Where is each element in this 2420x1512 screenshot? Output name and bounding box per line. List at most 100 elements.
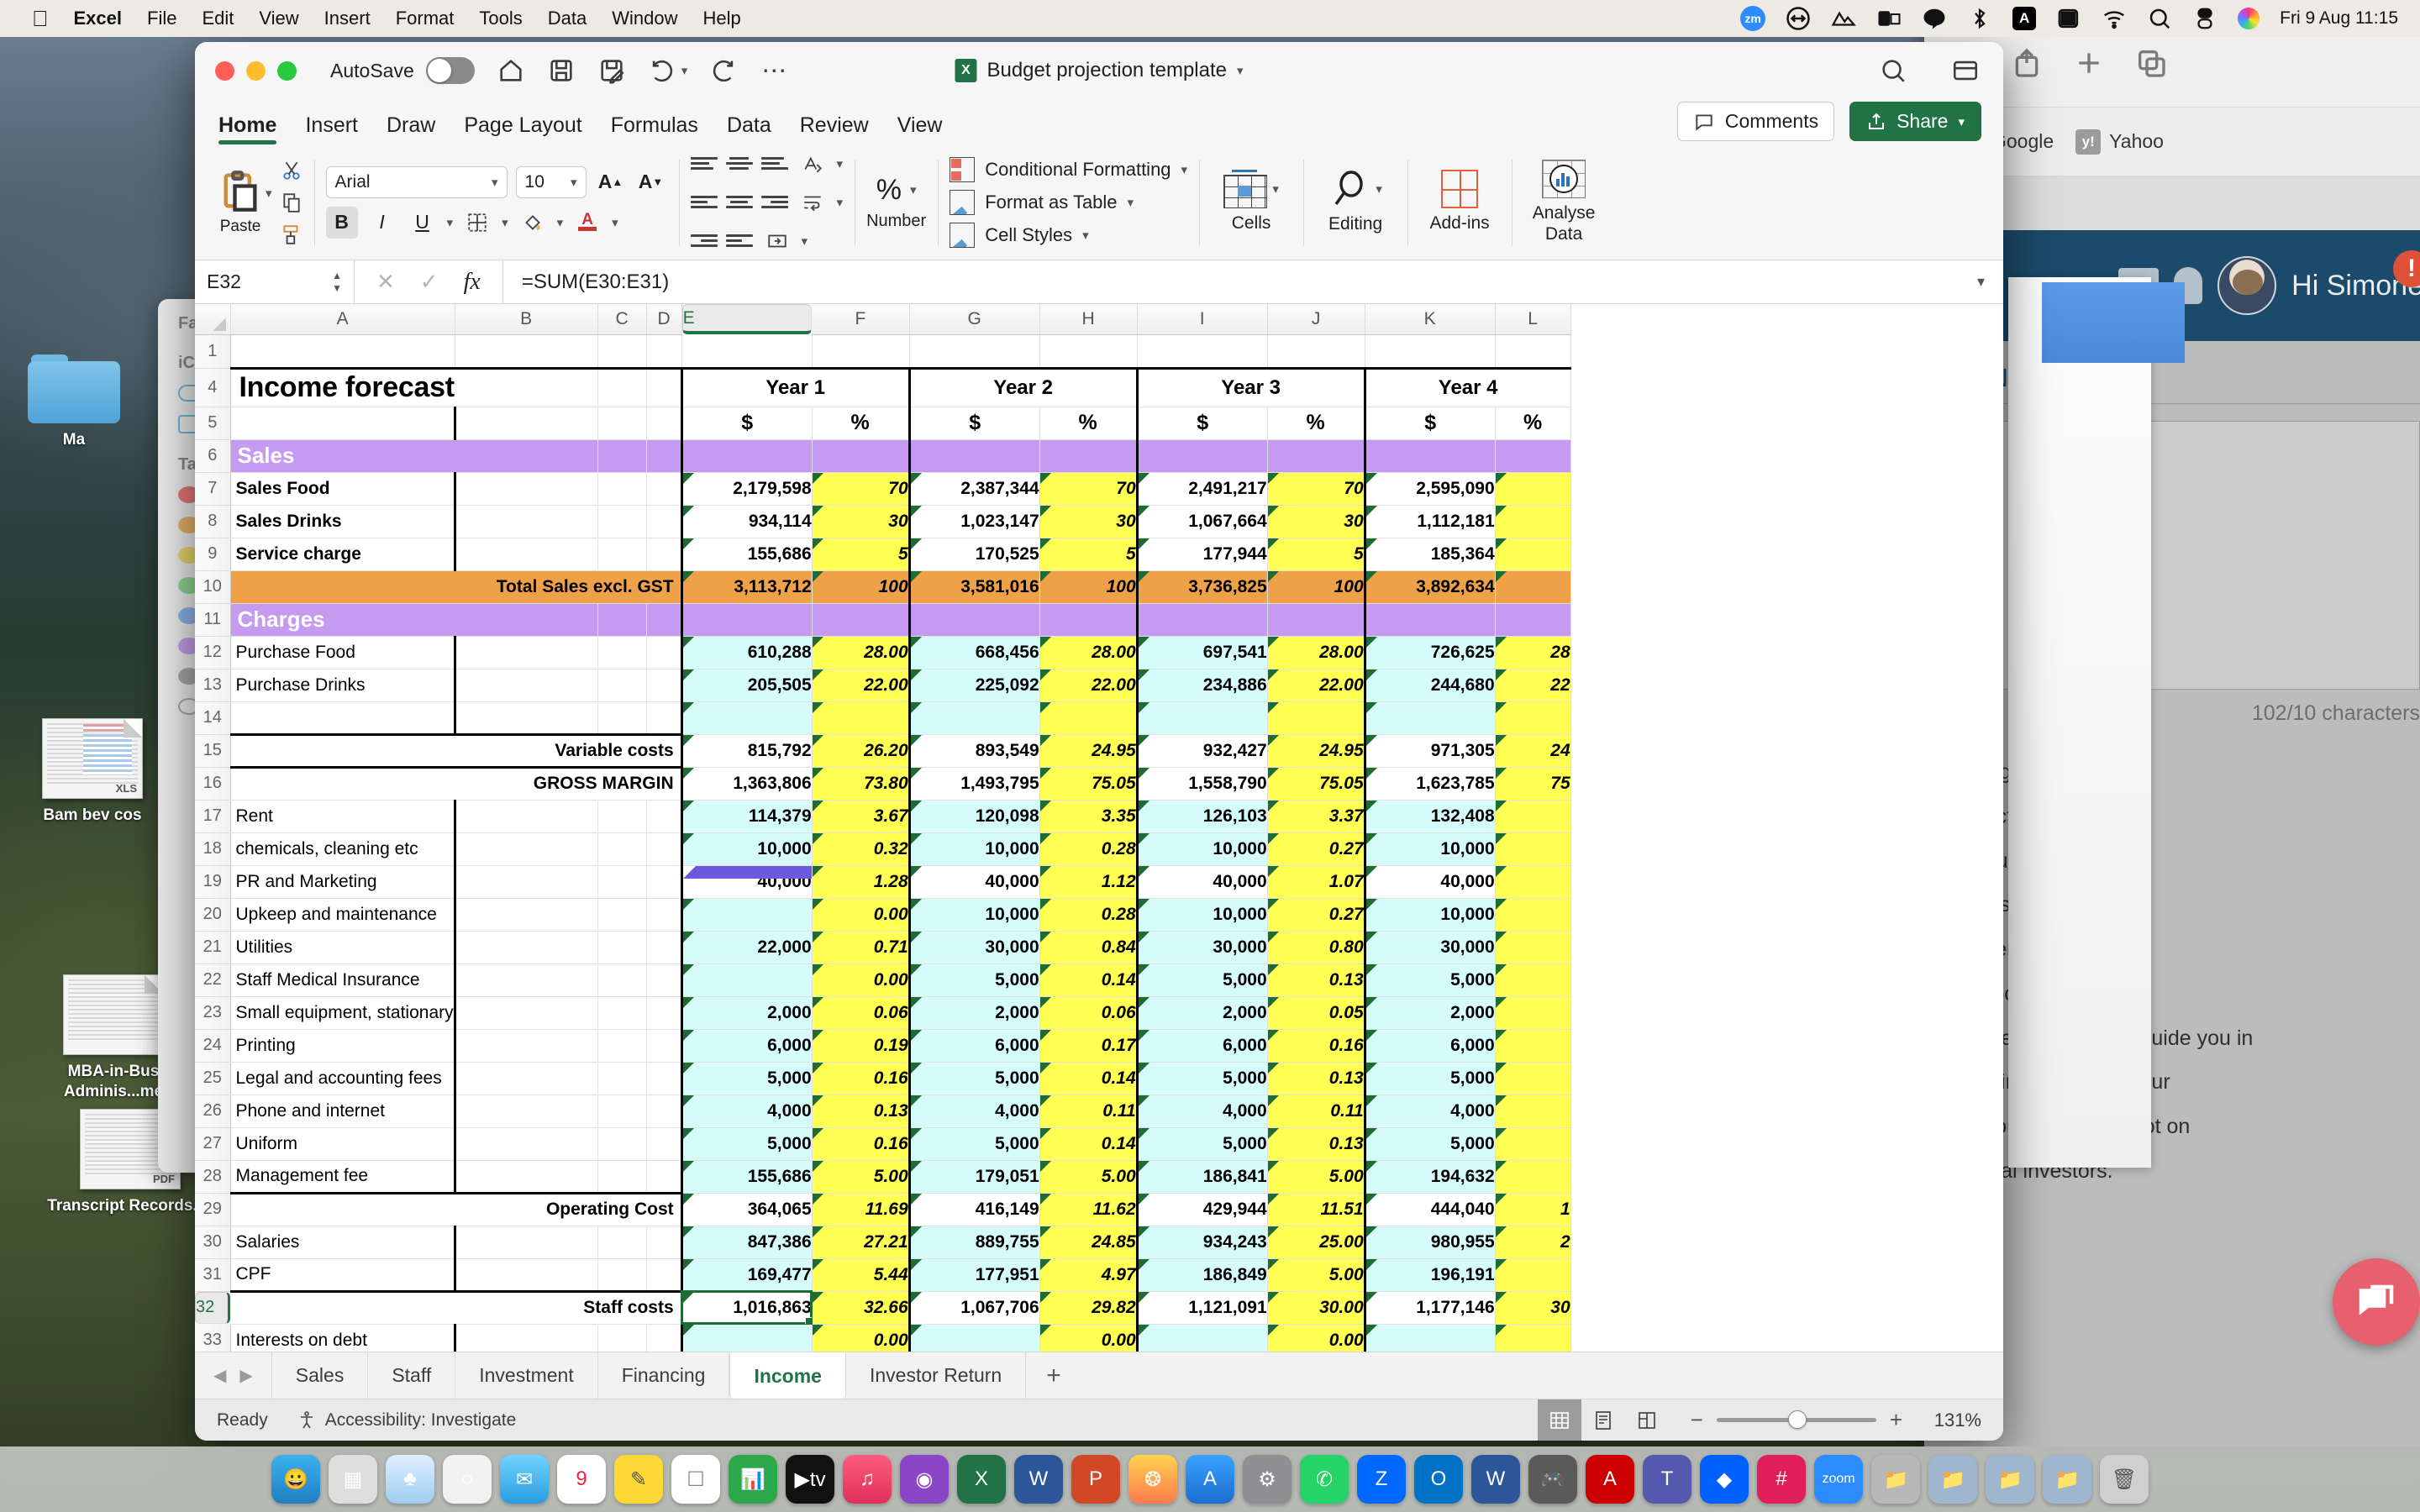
cell-F33[interactable]: 0.00 (811, 1324, 910, 1352)
cell-G21[interactable]: 30,000 (908, 931, 1040, 964)
column-header-e[interactable]: E (681, 304, 813, 334)
column-header-l[interactable]: L (1495, 304, 1571, 335)
cell-F20[interactable]: 0.00 (811, 898, 910, 932)
cell-D11[interactable] (646, 603, 682, 637)
italic-button[interactable]: I (366, 207, 398, 239)
undo-icon[interactable] (648, 56, 676, 85)
cell-B5[interactable] (453, 407, 598, 440)
cell-D26[interactable] (646, 1095, 682, 1128)
cell-G18[interactable]: 10,000 (908, 832, 1040, 866)
next-sheet-icon[interactable]: ▶ (239, 1365, 252, 1386)
cell-D1[interactable] (646, 334, 682, 369)
cell-C8[interactable] (597, 505, 647, 538)
cell-L18[interactable] (1494, 832, 1571, 866)
cell-L27[interactable] (1494, 1127, 1571, 1161)
cell-J9[interactable]: 5 (1266, 538, 1365, 571)
dock-item-word[interactable]: W (1014, 1455, 1063, 1504)
name-box-spinner[interactable]: ▲ ▼ (332, 270, 342, 293)
cell-K24[interactable]: 6,000 (1363, 1029, 1496, 1063)
cancel-edit-icon[interactable]: ✕ (376, 269, 395, 295)
cell-J20[interactable]: 0.27 (1266, 898, 1365, 932)
row-header-29[interactable]: 29 (195, 1193, 231, 1226)
cell-F32[interactable]: 32.66 (811, 1291, 910, 1325)
cell-G12[interactable]: 668,456 (908, 636, 1040, 669)
cell-A1[interactable] (230, 334, 455, 369)
cell-I9[interactable]: 177,944 (1135, 538, 1268, 571)
dock-item-safari[interactable]: ♣ (386, 1455, 434, 1504)
home-icon[interactable] (497, 56, 525, 85)
dock-item-dropbox[interactable]: ◆ (1700, 1455, 1749, 1504)
cell-G29[interactable]: 416,149 (908, 1193, 1040, 1226)
cell-K11[interactable] (1363, 603, 1496, 637)
row-header-4[interactable]: 4 (195, 368, 231, 407)
cell-L1[interactable] (1495, 334, 1571, 369)
cell-G8[interactable]: 1,023,147 (908, 505, 1040, 538)
cell-I33[interactable] (1135, 1324, 1268, 1352)
cell-D9[interactable] (646, 538, 682, 571)
cell-E13[interactable]: 205,505 (680, 669, 813, 702)
menu-item-insert[interactable]: Insert (324, 8, 371, 29)
row-header-21[interactable]: 21 (195, 931, 231, 964)
cell-F21[interactable]: 0.71 (811, 931, 910, 964)
cell-C25[interactable] (597, 1062, 647, 1095)
sheet-tab-investment[interactable]: Investment (455, 1352, 598, 1399)
row-header-11[interactable]: 11 (195, 603, 231, 637)
menu-item-file[interactable]: File (147, 8, 176, 29)
cell-F11[interactable] (811, 603, 910, 637)
close-button[interactable] (215, 60, 234, 81)
column-header-c[interactable]: C (597, 304, 647, 335)
tab-draw[interactable]: Draw (387, 113, 435, 144)
row-header-27[interactable]: 27 (195, 1127, 231, 1161)
cell-A19[interactable]: PR and Marketing (230, 865, 455, 899)
cell-A30[interactable]: Salaries (230, 1226, 455, 1259)
cell-L10[interactable] (1494, 570, 1571, 604)
cell-I25[interactable]: 5,000 (1135, 1062, 1268, 1095)
font-size-select[interactable]: 10 ▾ (515, 165, 587, 198)
cell-H20[interactable]: 0.28 (1039, 898, 1138, 932)
cell-E29[interactable]: 364,065 (680, 1193, 813, 1226)
cell-D19[interactable] (646, 865, 682, 899)
cell-E9[interactable]: 155,686 (680, 538, 813, 571)
cell-E14[interactable] (680, 701, 813, 735)
cell-B33[interactable] (453, 1324, 598, 1352)
conditional-formatting-button[interactable]: Conditional Formatting ▾ (950, 156, 1187, 182)
dock-item-files[interactable]: 📁 (1871, 1455, 1920, 1504)
cell-K15[interactable]: 971,305 (1363, 734, 1496, 768)
cell-K17[interactable]: 132,408 (1363, 800, 1496, 833)
dock-item-whatsapp[interactable]: ✆ (1300, 1455, 1349, 1504)
cell-G20[interactable]: 10,000 (908, 898, 1040, 932)
cell-K33[interactable] (1363, 1324, 1496, 1352)
cell-I19[interactable]: 40,000 (1135, 865, 1268, 899)
cell-L16[interactable]: 75 (1494, 767, 1571, 801)
cell-G24[interactable]: 6,000 (908, 1029, 1040, 1063)
sheet-tab-financing[interactable]: Financing (598, 1352, 730, 1399)
row-header-1[interactable]: 1 (195, 334, 231, 369)
cell-B27[interactable] (453, 1127, 598, 1161)
share-icon[interactable] (2010, 46, 2044, 80)
cell-I1[interactable] (1137, 334, 1268, 369)
cell-F23[interactable]: 0.06 (811, 996, 910, 1030)
row-header-25[interactable]: 25 (195, 1062, 231, 1095)
fill-chevron-down-icon[interactable]: ▾ (557, 215, 564, 230)
cell-G9[interactable]: 170,525 (908, 538, 1040, 571)
cell-J30[interactable]: 25.00 (1266, 1226, 1365, 1259)
paste-chevron-down-icon[interactable]: ▾ (266, 186, 272, 201)
cell-E4[interactable]: Year 1 (680, 366, 910, 407)
cell-J31[interactable]: 5.00 (1266, 1258, 1365, 1292)
cell-E11[interactable] (680, 603, 813, 637)
cell-H27[interactable]: 0.14 (1039, 1127, 1138, 1161)
align-middle-button[interactable] (725, 153, 753, 175)
cell-D12[interactable] (646, 636, 682, 669)
cell-E19[interactable]: 40,000 (680, 865, 813, 899)
cell-F28[interactable]: 5.00 (811, 1160, 910, 1194)
cell-E7[interactable]: 2,179,598 (680, 472, 813, 506)
dock-item-outlook[interactable]: O (1414, 1455, 1463, 1504)
cell-K1[interactable] (1365, 334, 1496, 369)
cell-H1[interactable] (1039, 334, 1138, 369)
cell-H7[interactable]: 70 (1039, 472, 1138, 506)
cell-I26[interactable]: 4,000 (1135, 1095, 1268, 1128)
orientation-chevron-down-icon[interactable]: ▾ (837, 156, 844, 171)
cell-G11[interactable] (908, 603, 1040, 637)
zoom-level[interactable]: 131% (1916, 1410, 1981, 1431)
cell-G30[interactable]: 889,755 (908, 1226, 1040, 1259)
